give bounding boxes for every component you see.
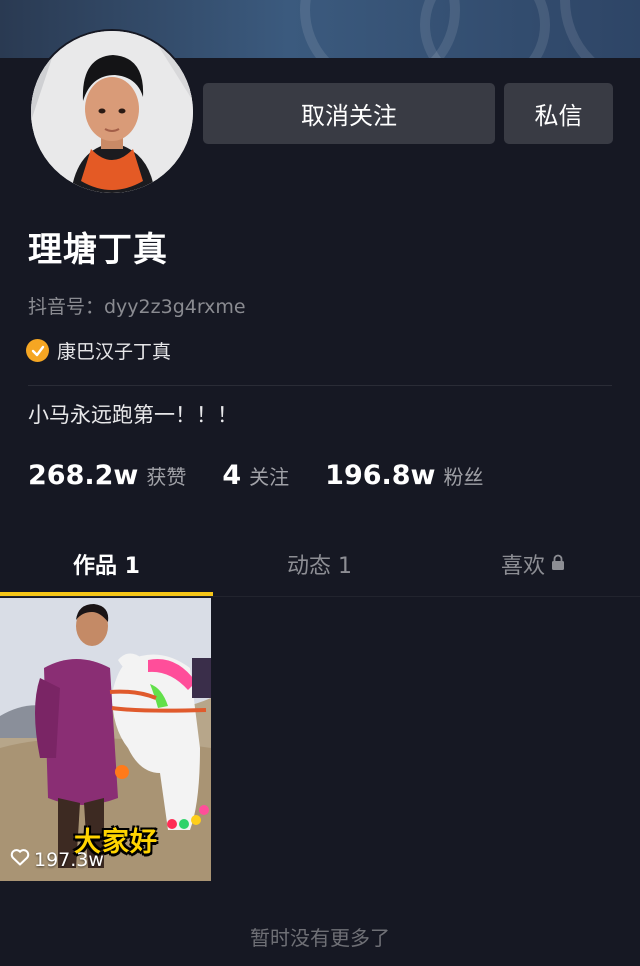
stat-value: 196.8w <box>325 460 436 491</box>
lock-icon <box>551 552 565 577</box>
tab-works[interactable]: 作品 1 <box>0 538 213 590</box>
unfollow-button[interactable]: 取消关注 <box>203 83 495 144</box>
stat-value: 268.2w <box>28 460 139 491</box>
tab-activity[interactable]: 动态 1 <box>213 538 426 590</box>
avatar[interactable] <box>31 31 193 193</box>
douyin-id: 抖音号：dyy2z3g4rxme <box>28 296 246 318</box>
video-thumbnail[interactable]: 大家好 197.3w <box>0 598 211 881</box>
message-button[interactable]: 私信 <box>504 83 613 144</box>
heart-icon <box>10 848 30 871</box>
video-likes-value: 197.3w <box>34 848 104 871</box>
tab-likes-label: 喜欢 <box>500 554 545 579</box>
tab-divider <box>0 596 640 597</box>
verification-row: 康巴汉子丁真 <box>26 337 171 364</box>
verification-label: 康巴汉子丁真 <box>57 341 172 363</box>
content-tabs: 作品 1 动态 1 喜欢 <box>0 538 640 590</box>
stat-value: 4 <box>222 460 242 491</box>
divider <box>28 385 612 386</box>
verified-check-icon <box>26 339 49 362</box>
stat-following[interactable]: 4 关注 <box>222 460 289 491</box>
stat-label: 粉丝 <box>443 465 484 489</box>
stat-likes[interactable]: 268.2w 获赞 <box>28 460 186 491</box>
video-like-count: 197.3w <box>10 848 104 871</box>
profile-bio: 小马永远跑第一！！！ <box>28 403 238 427</box>
stat-label: 获赞 <box>146 465 187 489</box>
tab-likes[interactable]: 喜欢 <box>426 538 640 590</box>
end-of-list-message: 暂时没有更多了 <box>250 926 390 950</box>
stat-label: 关注 <box>249 465 290 489</box>
stats-row: 268.2w 获赞 4 关注 196.8w 粉丝 <box>28 460 520 491</box>
profile-name: 理塘丁真 <box>28 230 168 270</box>
stat-followers[interactable]: 196.8w 粉丝 <box>325 460 483 491</box>
